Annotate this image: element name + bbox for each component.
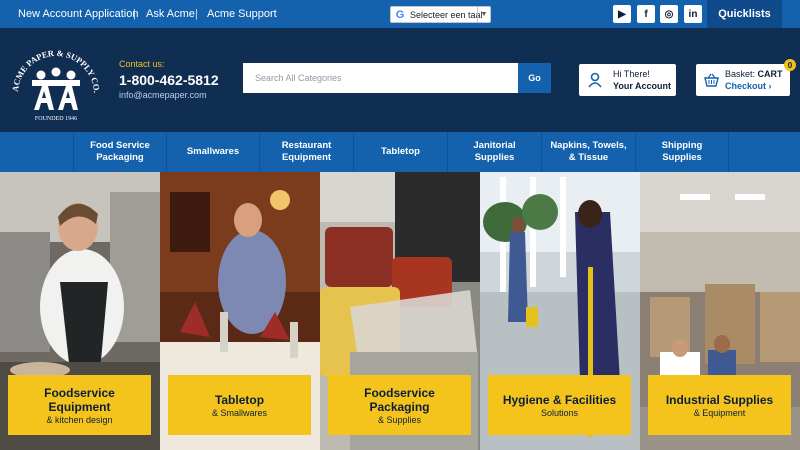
ask-acme-link[interactable]: Ask Acme	[146, 8, 195, 20]
nav-item-restaurant-equipment[interactable]: Restaurant Equipment	[259, 132, 353, 172]
tile-tabletop[interactable]: Tabletop & Smallwares	[160, 172, 320, 450]
tile-title: Foodservice Packaging	[364, 386, 435, 414]
tile-caption: Foodservice Equipment & kitchen design	[8, 375, 151, 435]
language-select-label: Selecteer een taal	[410, 9, 483, 20]
nav-label-line: Supplies	[474, 152, 515, 163]
nav-label-line: & Tissue	[568, 152, 609, 163]
basket-cart-text: CART	[757, 69, 783, 79]
search-button[interactable]: Go	[518, 63, 551, 93]
top-bar: New Account Application | Ask Acme | Acm…	[0, 0, 800, 28]
tile-title-line: Foodservice	[364, 385, 435, 400]
tile-title: Industrial Supplies	[665, 392, 774, 407]
tile-subtitle: & kitchen design	[46, 414, 113, 425]
tile-caption: Hygiene & Facilities Solutions	[488, 375, 631, 435]
nav-item-smallwares[interactable]: Smallwares	[166, 132, 259, 172]
search-input[interactable]	[243, 63, 518, 93]
search-bar: Go	[243, 63, 551, 93]
nav-label: Shipping Supplies	[662, 140, 703, 164]
tile-caption: Foodservice Packaging & Supplies	[328, 375, 471, 435]
linkedin-glyph: in	[688, 8, 698, 20]
nav-label-line: Restaurant	[281, 140, 332, 151]
tile-hygiene-facilities[interactable]: Hygiene & Facilities Solutions	[480, 172, 640, 450]
nav-label-line: Janitorial	[473, 140, 516, 151]
tile-subtitle: Solutions	[540, 407, 579, 418]
youtube-icon[interactable]: ▶	[613, 5, 631, 23]
nav-label-line: Packaging	[96, 152, 144, 163]
tile-title-line: Packaging	[369, 399, 430, 414]
facebook-glyph: f	[644, 8, 648, 20]
nav-label-line: Supplies	[662, 152, 702, 163]
quicklists-button[interactable]: Quicklists	[707, 0, 782, 28]
account-greeting: Hi There!	[613, 69, 650, 79]
basket-label: Basket: CART	[725, 69, 783, 79]
tile-title: Hygiene & Facilities	[502, 392, 617, 407]
checkout-link[interactable]: Checkout ›	[725, 81, 772, 91]
new-account-application-link[interactable]: New Account Application	[18, 8, 138, 20]
nav-item-napkins-towels-tissue[interactable]: Napkins, Towels, & Tissue	[541, 132, 635, 172]
nav-label: Tabletop	[381, 146, 420, 157]
tile-foodservice-packaging[interactable]: Foodservice Packaging & Supplies	[320, 172, 480, 450]
language-select[interactable]: G Selecteer een taal ▼	[390, 6, 491, 23]
user-icon	[588, 72, 602, 88]
tile-subtitle: & Supplies	[377, 414, 422, 425]
basket-icon	[704, 73, 719, 87]
nav-label-line: Equipment	[281, 152, 332, 163]
tile-title: Foodservice Equipment	[44, 386, 115, 414]
contact-label: Contact us:	[119, 59, 165, 69]
nav-label: Food Service Packaging	[90, 140, 150, 164]
phone-number[interactable]: 1-800-462-5812	[119, 72, 219, 88]
acme-support-link[interactable]: Acme Support	[207, 8, 277, 20]
nav-label: Napkins, Towels, & Tissue	[550, 140, 626, 164]
tile-caption: Tabletop & Smallwares	[168, 375, 311, 435]
nav-label: Janitorial Supplies	[473, 140, 515, 164]
instagram-icon[interactable]: ◎	[660, 5, 678, 23]
tile-foodservice-equipment[interactable]: Foodservice Equipment & kitchen design	[0, 172, 160, 450]
tile-title: Tabletop	[214, 392, 265, 407]
nav-item-janitorial-supplies[interactable]: Janitorial Supplies	[447, 132, 541, 172]
basket-button[interactable]: Basket: CART Checkout ›	[696, 64, 790, 96]
tile-subtitle: & Equipment	[693, 407, 746, 418]
nav-label-line: Napkins, Towels,	[550, 140, 627, 151]
google-icon: G	[395, 8, 405, 21]
tile-subtitle: & Smallwares	[211, 407, 267, 418]
nav-label-line: Food Service	[90, 140, 150, 151]
account-button[interactable]: Hi There! Your Account	[579, 64, 676, 96]
nav-item-tabletop[interactable]: Tabletop	[353, 132, 447, 172]
tile-caption: Industrial Supplies & Equipment	[648, 375, 791, 435]
top-bar-separator: |	[133, 8, 136, 20]
youtube-glyph: ▶	[618, 8, 626, 20]
top-bar-separator: |	[195, 8, 198, 20]
svg-text:FOUNDED 1946: FOUNDED 1946	[35, 116, 77, 122]
facebook-icon[interactable]: f	[637, 5, 655, 23]
account-label: Your Account	[613, 81, 671, 91]
site-header: ACME PAPER & SUPPLY CO., INC. FOUNDED 19…	[0, 28, 800, 132]
email-link[interactable]: info@acmepaper.com	[119, 90, 207, 100]
nav-label: Restaurant Equipment	[282, 140, 332, 164]
chevron-down-icon: ▼	[477, 7, 490, 22]
nav-item-shipping-supplies[interactable]: Shipping Supplies	[635, 132, 729, 172]
tile-title-line: Equipment	[48, 399, 111, 414]
nav-label: Smallwares	[186, 146, 240, 157]
tile-title-line: Foodservice	[44, 385, 115, 400]
basket-count-badge: 0	[784, 59, 796, 71]
nav-label-line: Shipping	[661, 140, 703, 151]
linkedin-icon[interactable]: in	[684, 5, 702, 23]
main-nav: Food Service Packaging Smallwares Restaur…	[0, 132, 800, 172]
category-tiles: Foodservice Equipment & kitchen design Ta…	[0, 172, 800, 450]
instagram-glyph: ◎	[664, 8, 674, 20]
tile-industrial-supplies[interactable]: Industrial Supplies & Equipment	[640, 172, 800, 450]
nav-item-food-service-packaging[interactable]: Food Service Packaging	[73, 132, 166, 172]
basket-label-text: Basket:	[725, 69, 756, 79]
acme-logo[interactable]: ACME PAPER & SUPPLY CO., INC. FOUNDED 19…	[5, 34, 104, 122]
